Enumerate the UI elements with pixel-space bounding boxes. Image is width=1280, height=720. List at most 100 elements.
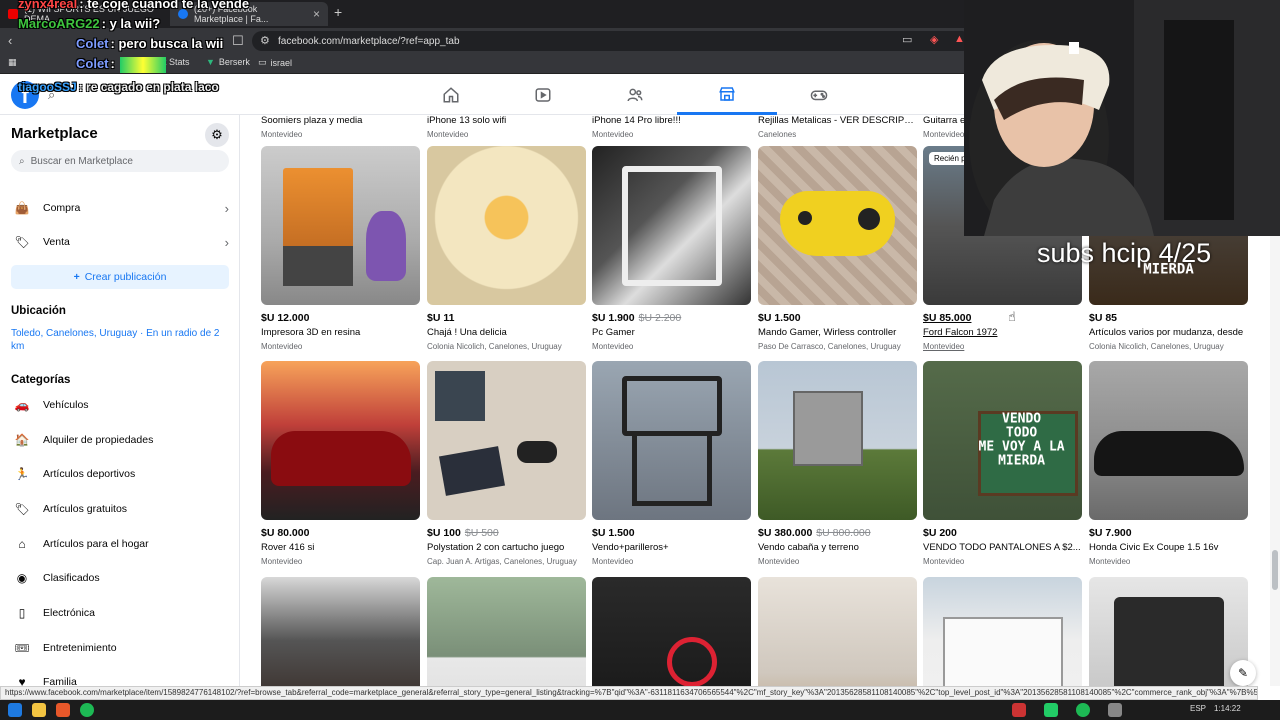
chat-message: tiagooSSJ: re cagado en plata laco	[18, 80, 219, 94]
listing-card[interactable]	[923, 577, 1082, 686]
settings-gear-icon[interactable]: ⚙	[205, 123, 229, 147]
sidebar-item-deportivos[interactable]: 🏃 Artículos deportivos	[11, 461, 229, 487]
sidebar-item-label: Compra	[43, 202, 81, 214]
listing-photo	[758, 146, 917, 305]
listing-photo	[923, 577, 1082, 686]
listing-card[interactable]: $U 7.900 Honda Civic Ex Coupe 1.5 16v Mo…	[1089, 361, 1248, 566]
free-tag-icon: 🏷	[14, 502, 30, 516]
listing-card[interactable]: VENDO TODO ME VOY A LA MIERDA $U 200 VEN…	[923, 361, 1082, 566]
listing-card[interactable]: iPhone 14 Pro libre!!! Montevideo	[592, 115, 751, 139]
chat-nick: tiagooSSJ	[18, 80, 77, 94]
listing-card[interactable]: Rejillas Metalicas - VER DESCRIPCI... Ca…	[758, 115, 917, 139]
listing-card[interactable]: $U 1.500 Mando Gamer, Wirless controller…	[758, 146, 917, 351]
sidebar-item-alquiler[interactable]: 🏠 Alquiler de propiedades	[11, 427, 229, 453]
listing-photo	[427, 146, 586, 305]
apps-icon[interactable]: ▦	[8, 57, 17, 68]
location-link[interactable]: Toledo, Canelones, Uruguay · En un radio…	[11, 327, 229, 353]
stream-overlay-text: subs hcip 4/25	[1037, 238, 1212, 268]
spotify-icon[interactable]	[80, 703, 94, 717]
listing-price: $U 7.900	[1089, 527, 1248, 539]
bookmark-israel[interactable]: ▭ israel	[258, 57, 292, 68]
listing-price: $U 80.000	[261, 527, 420, 539]
chat-text: te coje cuanod te la vende	[87, 0, 250, 11]
url-input[interactable]: ⚙ facebook.com/marketplace/?ref=app_tab	[252, 31, 972, 51]
chat-message: MarcoARG22: y la wii?	[18, 16, 161, 31]
listing-card[interactable]	[427, 577, 586, 686]
bookmark-icon[interactable]: ☐	[232, 33, 244, 49]
listing-photo	[427, 577, 586, 686]
sidebar-item-electronica[interactable]: ▯ Electrónica	[11, 600, 229, 626]
sidebar-item-hogar[interactable]: ⌂ Artículos para el hogar	[11, 531, 229, 557]
file-explorer-icon[interactable]	[32, 703, 46, 717]
nav-marketplace[interactable]	[677, 75, 777, 115]
nav-home[interactable]	[401, 75, 501, 115]
listing-card[interactable]: $U 1.500 Vendo+parilleros+ Montevideo	[592, 361, 751, 566]
tray-app-icon[interactable]	[1044, 703, 1058, 717]
friends-icon	[627, 88, 643, 102]
sidebar-item-gratuitos[interactable]: 🏷 Artículos gratuitos	[11, 496, 229, 522]
sidebar-item-label: Venta	[43, 236, 70, 248]
tray-app-icon[interactable]	[1012, 703, 1026, 717]
listing-price: $U 100 $U 500	[427, 527, 586, 539]
sidebar-item-label: Entretenimiento	[43, 642, 117, 654]
brave-shield-icon[interactable]: ◈	[930, 33, 938, 46]
listing-card[interactable]: $U 100 $U 500 Polystation 2 con cartucho …	[427, 361, 586, 566]
listing-card[interactable]	[1089, 577, 1248, 686]
bag-icon: 👜	[14, 201, 30, 215]
listing-price: $U 11	[427, 312, 586, 324]
bookmark-label: Berserk	[218, 57, 250, 67]
language-indicator[interactable]: ESP	[1190, 704, 1206, 713]
os-taskbar: ESP 1:14:22	[0, 700, 1280, 720]
streamer-webcam	[964, 0, 1280, 236]
nav-friends[interactable]	[585, 75, 685, 115]
sidebar-item-venta[interactable]: 🏷 Venta ›	[11, 229, 229, 255]
sidebar-item-familia[interactable]: ♥ Familia	[11, 669, 229, 686]
marketplace-search-input[interactable]: ⌕ Buscar en Marketplace	[11, 150, 229, 172]
listing-title: Chajá ! Una delicia	[427, 327, 507, 338]
listing-title: Rejillas Metalicas - VER DESCRIPCI...	[758, 115, 917, 126]
brave-browser-icon[interactable]	[56, 703, 70, 717]
new-message-edit-icon[interactable]: ✎	[1230, 660, 1256, 686]
listing-card[interactable]: $U 11 Chajá ! Una delicia Colonia Nicoli…	[427, 146, 586, 351]
scrollbar-thumb[interactable]	[1272, 550, 1278, 590]
listing-card[interactable]	[261, 577, 420, 686]
listing-card[interactable]: $U 80.000 Rover 416 si Montevideo	[261, 361, 420, 566]
listing-price: $U 380.000 $U 800.000	[758, 527, 917, 539]
chat-nick: zynx4real	[18, 0, 78, 11]
sidebar-item-entretenimiento[interactable]: 🎟 Entretenimiento	[11, 635, 229, 661]
listing-location: Montevideo	[261, 342, 303, 351]
bookmark-berserk[interactable]: ▼ Berserk	[206, 57, 250, 67]
listing-title: VENDO TODO PANTALONES A $2...	[923, 542, 1081, 553]
home-icon: ⌂	[18, 537, 26, 551]
volume-icon[interactable]	[1108, 703, 1122, 717]
nav-video[interactable]	[493, 75, 593, 115]
chevron-right-icon: ›	[224, 234, 229, 250]
install-icon[interactable]: ▭	[902, 33, 912, 46]
sidebar-item-clasificados[interactable]: ◉ Clasificados	[11, 565, 229, 591]
listing-card[interactable]: iPhone 13 solo wifi Montevideo	[427, 115, 586, 139]
listing-card[interactable]: $U 12.000 Impresora 3D en resina Montevi…	[261, 146, 420, 351]
listing-card[interactable]	[592, 577, 751, 686]
sidebar-item-label: Artículos gratuitos	[43, 503, 128, 515]
listing-card[interactable]	[758, 577, 917, 686]
listing-title: Vendo+parilleros+	[592, 542, 669, 553]
create-listing-button[interactable]: + Crear publicación	[11, 265, 229, 289]
listing-card[interactable]: $U 380.000 $U 800.000 Vendo cabaña y terr…	[758, 361, 917, 566]
back-icon[interactable]: ‹	[8, 33, 12, 48]
sidebar-item-vehiculos[interactable]: 🚗 Vehículos	[11, 392, 229, 418]
listing-price: $U 1.900 $U 2.200	[592, 312, 751, 324]
listing-card[interactable]: $U 1.900 $U 2.200 Pc Gamer Montevideo	[592, 146, 751, 351]
listing-card[interactable]: Soomiers plaza y media Montevideo	[261, 115, 420, 139]
tray-spotify-icon[interactable]	[1076, 703, 1090, 717]
clock[interactable]: 1:14:22	[1214, 704, 1241, 713]
url-text: facebook.com/marketplace/?ref=app_tab	[278, 35, 460, 47]
windows-start-icon[interactable]	[8, 703, 22, 717]
site-settings-icon[interactable]: ⚙	[260, 34, 270, 47]
runner-icon: 🏃	[14, 467, 30, 481]
new-tab-button[interactable]: +	[334, 4, 342, 20]
sidebar-item-label: Electrónica	[43, 607, 95, 619]
close-tab-icon[interactable]: ×	[313, 7, 320, 21]
old-price: $U 2.200	[638, 312, 682, 324]
nav-gaming[interactable]	[769, 75, 869, 115]
sidebar-item-compra[interactable]: 👜 Compra ›	[11, 195, 229, 221]
